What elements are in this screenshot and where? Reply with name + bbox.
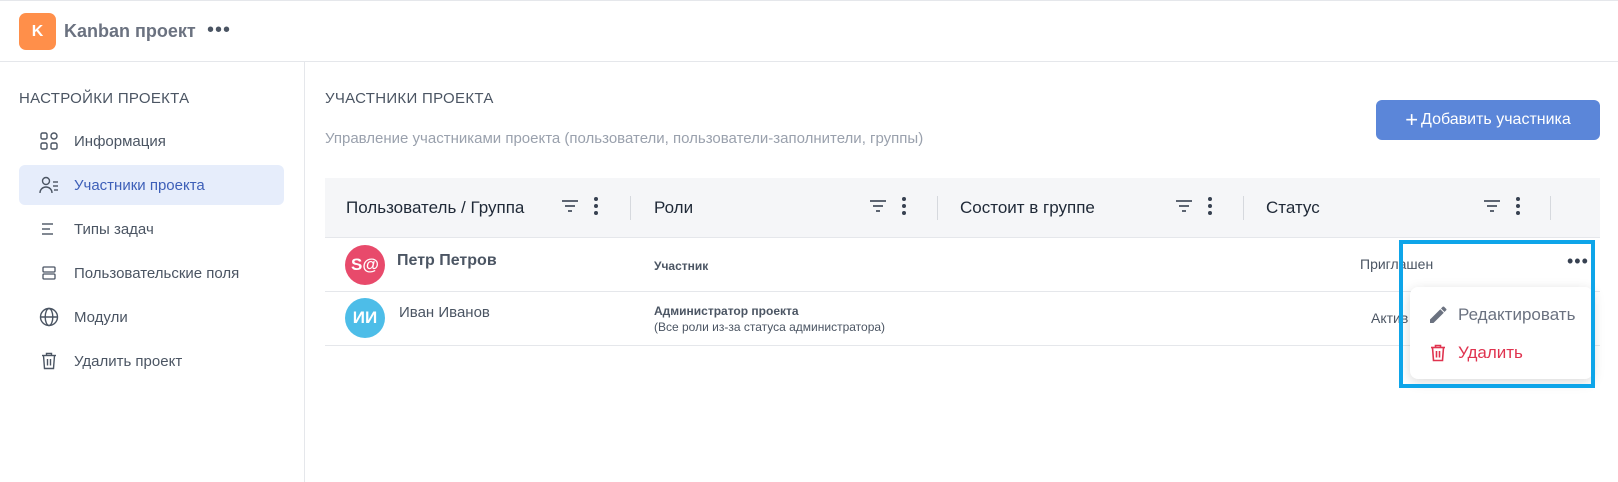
column-menu-icon[interactable] bbox=[1207, 196, 1213, 216]
column-header-user[interactable]: Пользователь / Группа bbox=[346, 178, 524, 238]
add-member-label: Добавить участника bbox=[1421, 111, 1571, 128]
page-title: УЧАСТНИКИ ПРОЕКТА bbox=[325, 90, 494, 107]
column-label: Состоит в группе bbox=[960, 198, 1095, 217]
fields-icon bbox=[39, 263, 59, 283]
sidebar-heading: НАСТРОЙКИ ПРОЕКТА bbox=[19, 90, 190, 107]
filter-icon[interactable] bbox=[1483, 198, 1501, 214]
column-tools bbox=[1483, 196, 1521, 216]
column-label: Роли bbox=[654, 198, 694, 217]
column-header-roles[interactable]: Роли bbox=[654, 178, 693, 238]
user-name: Петр Петров bbox=[397, 252, 497, 269]
trash-icon bbox=[39, 351, 59, 371]
add-member-button[interactable]: + Добавить участника bbox=[1376, 100, 1600, 140]
page-subtitle: Управление участниками проекта (пользова… bbox=[325, 130, 924, 147]
filter-icon[interactable] bbox=[869, 198, 887, 214]
user-role: Участник bbox=[654, 259, 709, 273]
column-label: Статус bbox=[1266, 198, 1320, 217]
column-header-group[interactable]: Состоит в группе bbox=[960, 178, 1095, 238]
sidebar-item-label: Типы задач bbox=[74, 220, 154, 238]
project-title: Kanban проект bbox=[64, 21, 196, 41]
column-divider[interactable] bbox=[630, 196, 631, 220]
avatar: ИИ bbox=[345, 298, 385, 338]
user-role: Администратор проекта bbox=[654, 304, 799, 318]
settings-sidebar: НАСТРОЙКИ ПРОЕКТА Информация Участники п… bbox=[0, 62, 305, 482]
sidebar-item-task-types[interactable]: Типы задач bbox=[19, 209, 284, 249]
column-divider[interactable] bbox=[937, 196, 938, 220]
column-menu-icon[interactable] bbox=[1515, 196, 1521, 216]
sidebar-item-label: Информация bbox=[74, 132, 166, 150]
sidebar-item-delete-project[interactable]: Удалить проект bbox=[19, 341, 284, 381]
sidebar-item-label: Пользовательские поля bbox=[74, 264, 240, 282]
globe-icon bbox=[39, 307, 59, 327]
column-divider[interactable] bbox=[1243, 196, 1244, 220]
column-header-status[interactable]: Статус bbox=[1266, 178, 1320, 238]
project-logo[interactable]: K bbox=[19, 13, 56, 50]
users-list-icon bbox=[39, 175, 59, 195]
avatar: S@ bbox=[345, 245, 385, 285]
project-more-button[interactable]: ••• bbox=[207, 19, 231, 42]
column-menu-icon[interactable] bbox=[901, 196, 907, 216]
filter-icon[interactable] bbox=[561, 198, 579, 214]
sidebar-item-members[interactable]: Участники проекта bbox=[19, 165, 284, 205]
members-table-header: Пользователь / Группа Роли Состоит в гру… bbox=[325, 178, 1600, 238]
top-bar: K Kanban проект ••• bbox=[0, 0, 1618, 62]
sidebar-item-label: Удалить проект bbox=[74, 352, 183, 370]
filter-icon[interactable] bbox=[1175, 198, 1193, 214]
lines-icon bbox=[39, 219, 59, 239]
user-name: Иван Иванов bbox=[399, 304, 490, 321]
plus-icon: + bbox=[1405, 107, 1419, 132]
column-tools bbox=[869, 196, 907, 216]
column-label: Пользователь / Группа bbox=[346, 198, 525, 217]
column-divider[interactable] bbox=[1550, 196, 1551, 220]
column-tools bbox=[561, 196, 599, 216]
sidebar-item-custom-fields[interactable]: Пользовательские поля bbox=[19, 253, 284, 293]
column-menu-icon[interactable] bbox=[593, 196, 599, 216]
highlight-frame bbox=[1399, 240, 1595, 388]
column-tools bbox=[1175, 196, 1213, 216]
sidebar-item-modules[interactable]: Модули bbox=[19, 297, 284, 337]
sidebar-item-label: Модули bbox=[74, 308, 128, 326]
sidebar-item-info[interactable]: Информация bbox=[19, 121, 284, 161]
grid-icon bbox=[39, 131, 59, 151]
user-role-note: (Все роли из-за статуса администратора) bbox=[654, 320, 886, 334]
sidebar-item-label: Участники проекта bbox=[74, 176, 205, 194]
